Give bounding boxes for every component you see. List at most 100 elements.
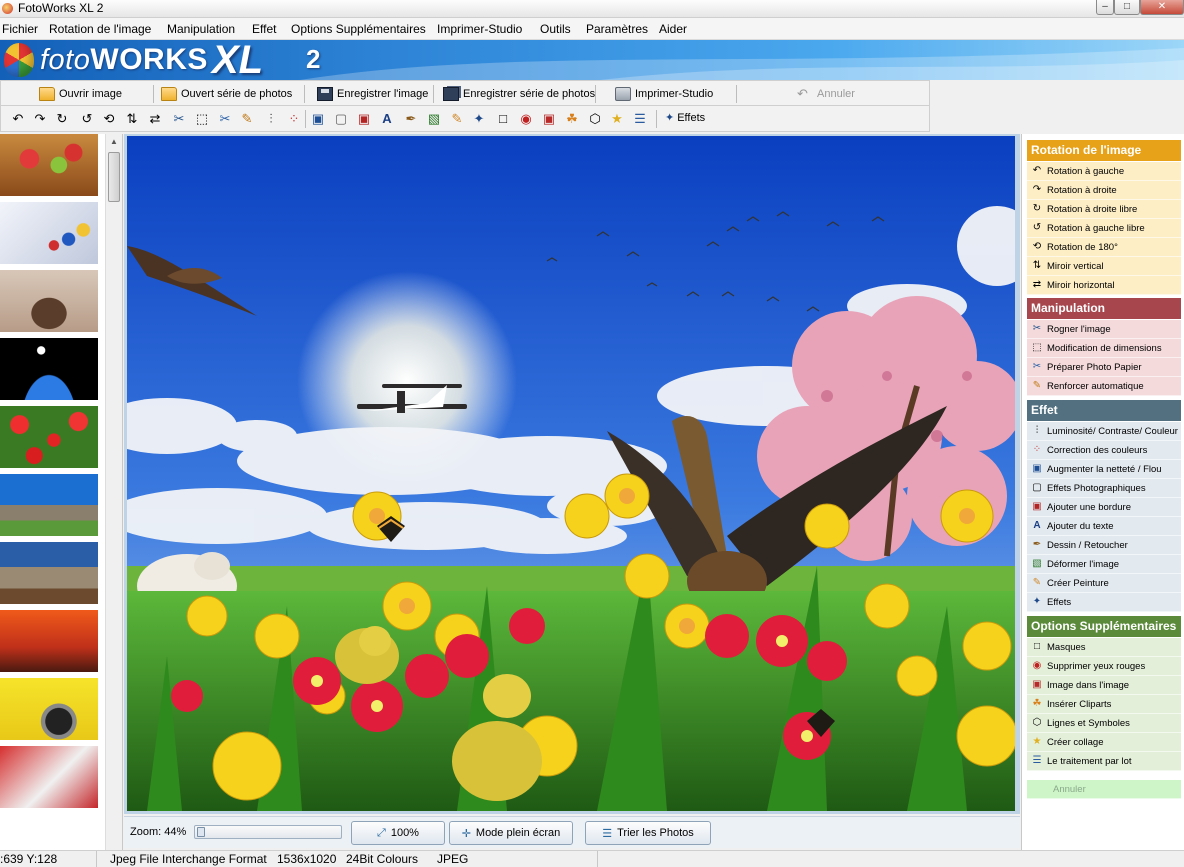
border-item[interactable]: ▣ Ajouter une bordure (1027, 498, 1181, 517)
open-series-button[interactable]: Ouvert série de photos (161, 84, 292, 104)
mirror-horizontal-icon[interactable]: ⇄ (147, 111, 163, 127)
section-manipulation-header[interactable]: Manipulation (1027, 298, 1181, 319)
save-series-button[interactable]: Enregistrer série de photos (443, 84, 595, 104)
paint-item[interactable]: ✎ Créer Peinture (1027, 574, 1181, 593)
crop-icon[interactable]: ✂ (171, 111, 187, 127)
menu-options[interactable]: Options Supplémentaires (291, 22, 426, 36)
menu-imprimer-studio[interactable]: Imprimer-Studio (437, 22, 522, 36)
thumbnail-castle[interactable] (0, 474, 98, 538)
brightness-icon[interactable]: ⫶ (263, 111, 279, 127)
picture-in-picture-icon[interactable]: ▣ (541, 111, 557, 127)
mirror-vertical-icon[interactable]: ⇅ (124, 111, 140, 127)
distort-icon[interactable]: ▧ (426, 111, 442, 127)
mirror-vertical-item[interactable]: ⇅ Miroir vertical (1027, 257, 1181, 276)
menu-manipulation[interactable]: Manipulation (167, 22, 235, 36)
thumbnail-fruit-basket[interactable] (0, 134, 98, 198)
menu-outils[interactable]: Outils (540, 22, 571, 36)
maximize-button[interactable]: □ (1114, 0, 1140, 15)
cliparts-item[interactable]: ☘ Insérer Cliparts (1027, 695, 1181, 714)
print-studio-button[interactable]: Imprimer-Studio (615, 84, 713, 104)
image-canvas[interactable] (124, 134, 1020, 814)
zoom-100-button[interactable]: ⤢ 100% (351, 821, 445, 845)
draw-retouch-icon[interactable]: ✒ (403, 111, 419, 127)
auto-enhance-icon[interactable]: ✎ (239, 111, 255, 127)
draw-retouch-item[interactable]: ✒ Dessin / Retoucher (1027, 536, 1181, 555)
menu-aider[interactable]: Aider (659, 22, 687, 36)
resize-label: Modification de dimensions (1047, 342, 1162, 354)
masks-icon[interactable]: □ (495, 111, 511, 127)
color-correction-icon[interactable]: ⁘ (286, 111, 302, 127)
rotate-free-right-icon[interactable]: ↻ (54, 111, 70, 127)
panel-undo-button[interactable]: Annuler (1027, 780, 1181, 799)
fullscreen-button[interactable]: ✛ Mode plein écran (449, 821, 573, 845)
rotate-free-right-item[interactable]: ↻ Rotation à droite libre (1027, 200, 1181, 219)
thumbnail-yellow-car[interactable] (0, 678, 98, 742)
rotate-right-item[interactable]: ↷ Rotation à droite (1027, 181, 1181, 200)
save-image-button[interactable]: Enregistrer l'image (317, 84, 428, 104)
crop-item[interactable]: ✂ Rogner l'image (1027, 320, 1181, 339)
prepare-photo-paper-item[interactable]: ✂ Préparer Photo Papier (1027, 358, 1181, 377)
thumbnail-conference-room[interactable] (0, 270, 98, 334)
rotate-left-item[interactable]: ↶ Rotation à gauche (1027, 162, 1181, 181)
section-effet-header[interactable]: Effet (1027, 400, 1181, 421)
scroll-up-icon[interactable]: ▲ (110, 137, 118, 146)
photo-effects-icon[interactable]: ▢ (333, 111, 349, 127)
undo-button[interactable]: ↶ Annuler (797, 84, 855, 104)
collage-icon[interactable]: ★ (609, 111, 625, 127)
sort-photos-button[interactable]: ☰ Trier les Photos (585, 821, 711, 845)
batch-item[interactable]: ☰ Le traitement par lot (1027, 752, 1181, 771)
masks-item[interactable]: □ Masques (1027, 638, 1181, 657)
mirror-horizontal-item[interactable]: ⇄ Miroir horizontal (1027, 276, 1181, 295)
rotate-free-left-icon[interactable]: ↺ (79, 111, 95, 127)
section-rotation-header[interactable]: Rotation de l'image (1027, 140, 1181, 161)
zoom-slider-thumb[interactable] (197, 827, 205, 837)
thumbnail-scrollbar[interactable]: ▲ (105, 134, 122, 850)
collage-item[interactable]: ★ Créer collage (1027, 733, 1181, 752)
picture-in-picture-item[interactable]: ▣ Image dans l'image (1027, 676, 1181, 695)
menu-rotation[interactable]: Rotation de l'image (49, 22, 151, 36)
sharpen-item[interactable]: ▣ Augmenter la netteté / Flou (1027, 460, 1181, 479)
thumbnail-bridge[interactable] (0, 542, 98, 606)
section-options-header[interactable]: Options Supplémentaires (1027, 616, 1181, 637)
rotate-left-icon[interactable]: ↶ (10, 111, 26, 127)
red-eye-icon[interactable]: ◉ (518, 111, 534, 127)
resize-item[interactable]: ⬚ Modification de dimensions (1027, 339, 1181, 358)
scrollbar-thumb[interactable] (108, 152, 120, 202)
lines-symbols-item[interactable]: ⬡ Lignes et Symboles (1027, 714, 1181, 733)
cliparts-icon[interactable]: ☘ (564, 111, 580, 127)
batch-icon[interactable]: ☰ (632, 111, 648, 127)
menu-effet[interactable]: Effet (252, 22, 276, 36)
red-eye-item[interactable]: ◉ Supprimer yeux rouges (1027, 657, 1181, 676)
thumbnail-red-interior[interactable] (0, 746, 98, 810)
minimize-button[interactable]: – (1096, 0, 1114, 15)
rotate-180-item[interactable]: ⟲ Rotation de 180° (1027, 238, 1181, 257)
add-text-item[interactable]: A Ajouter du texte (1027, 517, 1181, 536)
close-button[interactable]: ✕ (1140, 0, 1184, 15)
paint-icon[interactable]: ✎ (449, 111, 465, 127)
color-correction-item[interactable]: ⁘ Correction des couleurs (1027, 441, 1181, 460)
auto-enhance-item[interactable]: ✎ Renforcer automatique (1027, 377, 1181, 396)
menu-fichier[interactable]: Fichier (2, 22, 38, 36)
border-icon[interactable]: ▣ (356, 111, 372, 127)
rotate-free-left-item[interactable]: ↺ Rotation à gauche libre (1027, 219, 1181, 238)
brightness-item[interactable]: ⫶ Luminosité/ Contraste/ Couleur (1027, 422, 1181, 441)
sharpen-icon[interactable]: ▣ (310, 111, 326, 127)
menu-parametres[interactable]: Paramètres (586, 22, 648, 36)
distort-item[interactable]: ▧ Déformer l'image (1027, 555, 1181, 574)
prepare-photo-paper-icon[interactable]: ✂ (217, 111, 233, 127)
effects-button[interactable]: ✦ Effets (665, 111, 705, 125)
thumbnail-strawberries[interactable] (0, 406, 98, 470)
text-icon[interactable]: A (379, 111, 395, 127)
thumbnail-space-planet[interactable] (0, 338, 98, 402)
zoom-slider[interactable] (194, 825, 342, 839)
photo-effects-item[interactable]: ▢ Effets Photographiques (1027, 479, 1181, 498)
open-image-button[interactable]: Ouvrir image (39, 84, 122, 104)
thumbnail-paint-palette[interactable] (0, 202, 98, 266)
lines-symbols-icon[interactable]: ⬡ (587, 111, 603, 127)
rotate-180-icon[interactable]: ⟲ (101, 111, 117, 127)
resize-icon[interactable]: ⬚ (194, 111, 210, 127)
effects-item[interactable]: ✦ Effets (1027, 593, 1181, 612)
rotate-right-icon[interactable]: ↷ (32, 111, 48, 127)
effects-icon[interactable]: ✦ (471, 111, 487, 127)
thumbnail-sunset-plane[interactable] (0, 610, 98, 674)
